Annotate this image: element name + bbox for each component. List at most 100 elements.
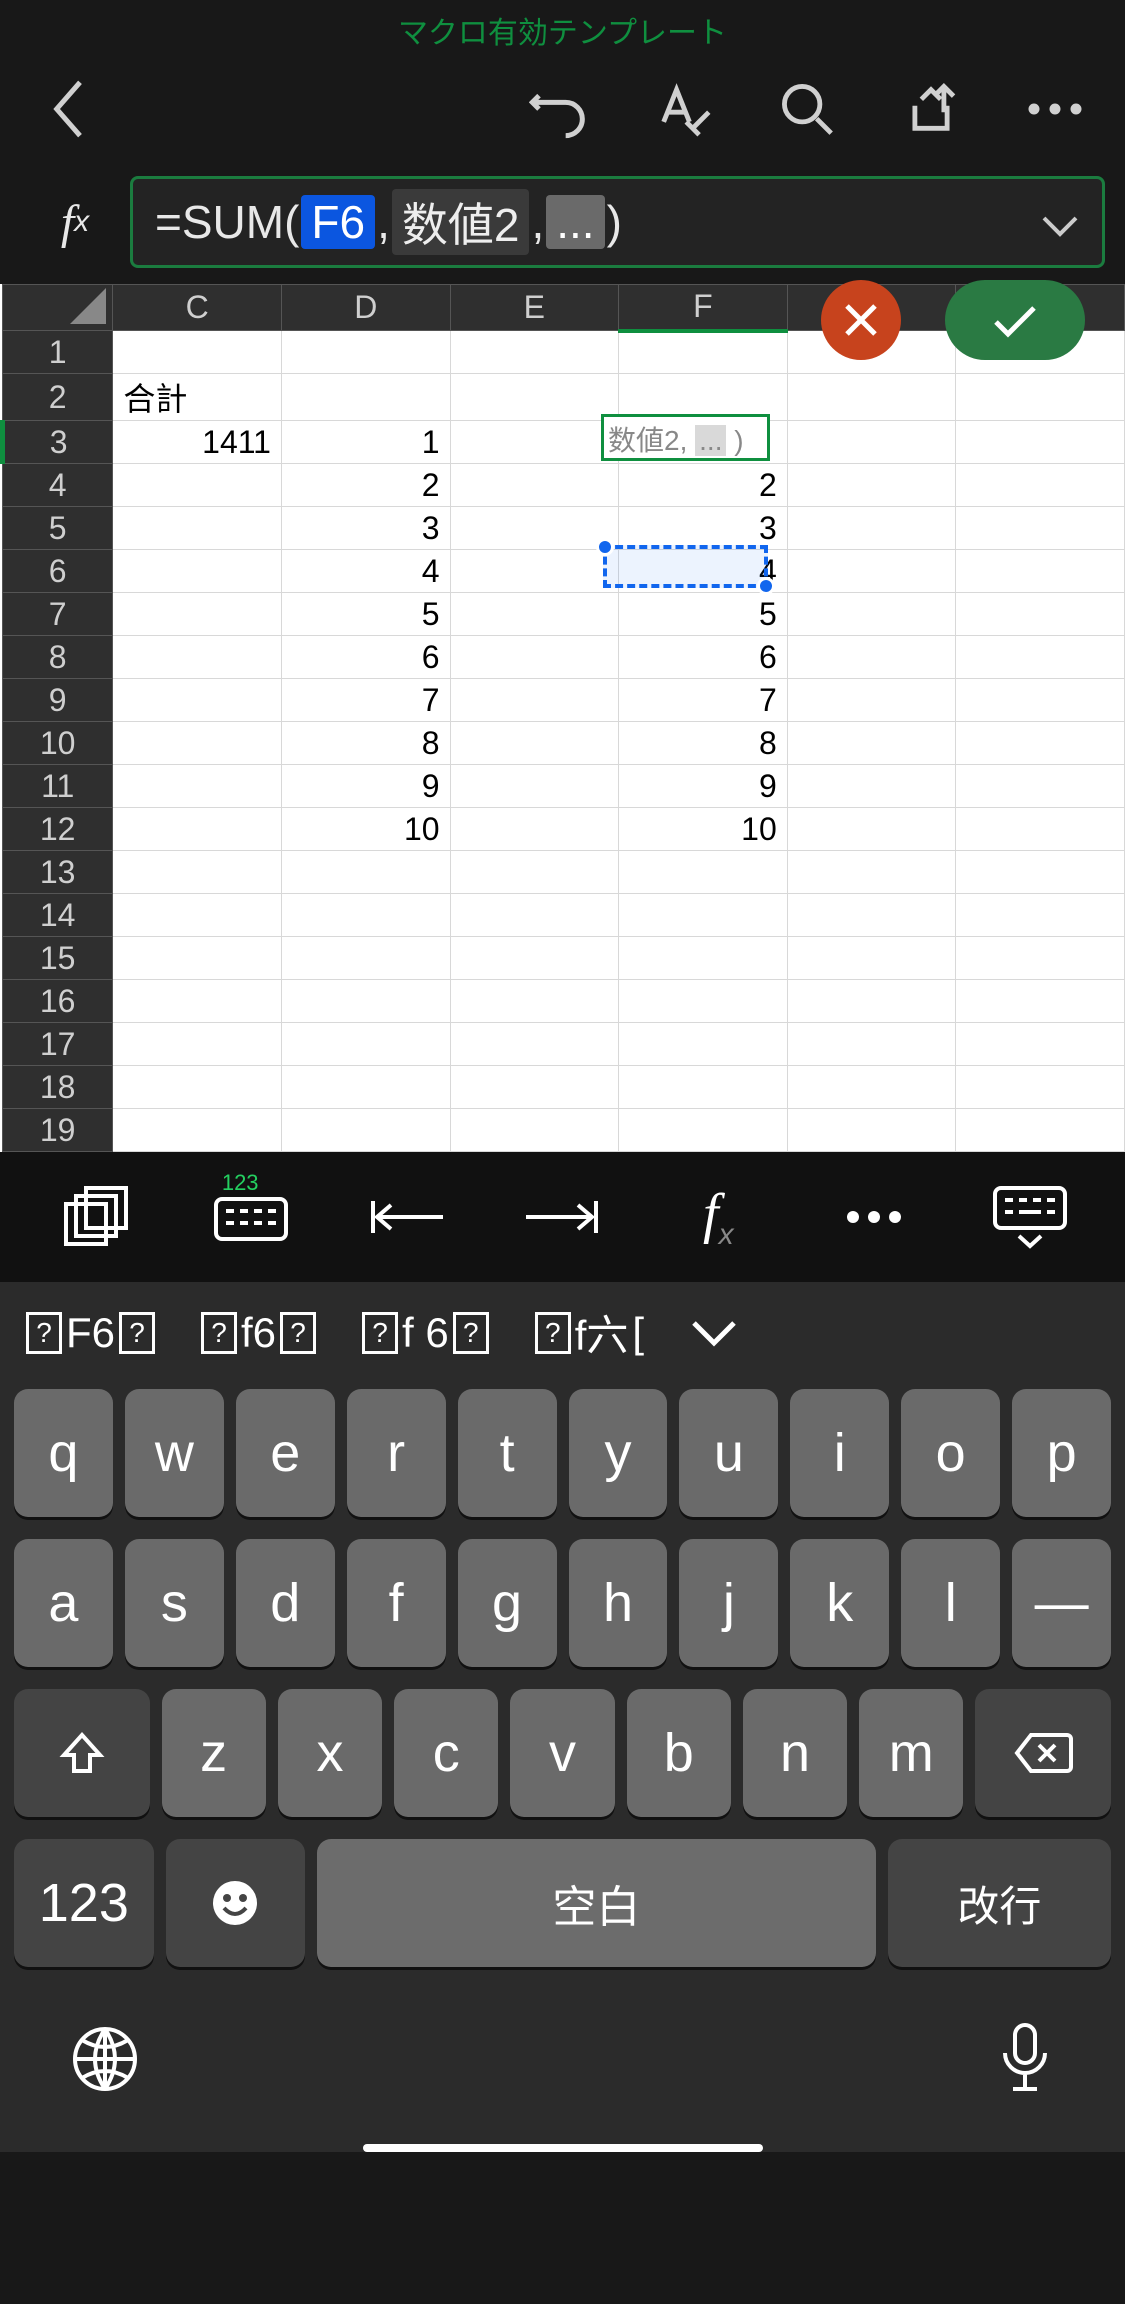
key-t[interactable]: t [458, 1389, 557, 1517]
cell-F8[interactable]: 6 [619, 636, 788, 679]
row-header-12[interactable]: 12 [3, 808, 113, 851]
cell-G13[interactable] [787, 851, 956, 894]
cell-H6[interactable] [956, 550, 1125, 593]
cell-E6[interactable] [450, 550, 619, 593]
cell-G2[interactable] [787, 374, 956, 421]
row-header-17[interactable]: 17 [3, 1023, 113, 1066]
cell-F10[interactable]: 8 [619, 722, 788, 765]
cell-G17[interactable] [787, 1023, 956, 1066]
back-button[interactable] [30, 69, 110, 149]
fx-icon[interactable]: fx [20, 177, 130, 267]
key-l[interactable]: l [901, 1539, 1000, 1667]
cell-F4[interactable]: 2 [619, 464, 788, 507]
cell-F5[interactable]: 3 [619, 507, 788, 550]
suggestion-1[interactable]: ?F6? [26, 1309, 155, 1357]
cell-D13[interactable] [281, 851, 450, 894]
key-y[interactable]: y [569, 1389, 668, 1517]
cell-C12[interactable] [113, 808, 282, 851]
numbers-key[interactable]: 123 [14, 1839, 154, 1967]
function-button[interactable]: fx [673, 1172, 763, 1262]
row-header-11[interactable]: 11 [3, 765, 113, 808]
cell-E5[interactable] [450, 507, 619, 550]
key-i[interactable]: i [790, 1389, 889, 1517]
tab-left-button[interactable] [362, 1172, 452, 1262]
cell-H5[interactable] [956, 507, 1125, 550]
cell-D11[interactable]: 9 [281, 765, 450, 808]
key-g[interactable]: g [458, 1539, 557, 1667]
cell-F19[interactable] [619, 1109, 788, 1152]
key-—[interactable]: — [1012, 1539, 1111, 1667]
cell-D14[interactable] [281, 894, 450, 937]
cell-H10[interactable] [956, 722, 1125, 765]
cell-H4[interactable] [956, 464, 1125, 507]
row-header-15[interactable]: 15 [3, 937, 113, 980]
row-header-14[interactable]: 14 [3, 894, 113, 937]
col-header-F[interactable]: F [619, 285, 788, 331]
cell-E8[interactable] [450, 636, 619, 679]
cell-C18[interactable] [113, 1066, 282, 1109]
cell-C15[interactable] [113, 937, 282, 980]
more-menu-button[interactable] [1015, 69, 1095, 149]
cell-F1[interactable] [619, 331, 788, 374]
cell-H16[interactable] [956, 980, 1125, 1023]
key-b[interactable]: b [627, 1689, 731, 1817]
row-header-1[interactable]: 1 [3, 331, 113, 374]
row-header-18[interactable]: 18 [3, 1066, 113, 1109]
cell-C17[interactable] [113, 1023, 282, 1066]
range-handle-br[interactable] [757, 577, 775, 595]
cell-C14[interactable] [113, 894, 282, 937]
cell-H7[interactable] [956, 593, 1125, 636]
row-header-13[interactable]: 13 [3, 851, 113, 894]
backspace-key[interactable] [975, 1689, 1111, 1817]
key-v[interactable]: v [510, 1689, 614, 1817]
cell-E11[interactable] [450, 765, 619, 808]
cell-D19[interactable] [281, 1109, 450, 1152]
cell-G3[interactable] [787, 421, 956, 464]
shift-key[interactable] [14, 1689, 150, 1817]
cell-C6[interactable] [113, 550, 282, 593]
cell-C13[interactable] [113, 851, 282, 894]
suggestion-4[interactable]: ?f六[ [535, 1302, 644, 1363]
cell-H3[interactable] [956, 421, 1125, 464]
cell-G12[interactable] [787, 808, 956, 851]
row-header-5[interactable]: 5 [3, 507, 113, 550]
key-w[interactable]: w [125, 1389, 224, 1517]
more-ribbon-button[interactable] [829, 1172, 919, 1262]
key-p[interactable]: p [1012, 1389, 1111, 1517]
row-header-7[interactable]: 7 [3, 593, 113, 636]
cell-C10[interactable] [113, 722, 282, 765]
cell-D8[interactable]: 6 [281, 636, 450, 679]
cell-H17[interactable] [956, 1023, 1125, 1066]
key-h[interactable]: h [569, 1539, 668, 1667]
row-header-2[interactable]: 2 [3, 374, 113, 421]
cell-D10[interactable]: 8 [281, 722, 450, 765]
cell-G14[interactable] [787, 894, 956, 937]
cell-D7[interactable]: 5 [281, 593, 450, 636]
cell-C9[interactable] [113, 679, 282, 722]
cell-D6[interactable]: 4 [281, 550, 450, 593]
cell-H8[interactable] [956, 636, 1125, 679]
cell-E2[interactable] [450, 374, 619, 421]
cell-H11[interactable] [956, 765, 1125, 808]
home-indicator[interactable] [363, 2144, 763, 2152]
cell-D2[interactable] [281, 374, 450, 421]
numpad-keyboard-button[interactable]: 123 [206, 1172, 296, 1262]
cell-F15[interactable] [619, 937, 788, 980]
cell-G16[interactable] [787, 980, 956, 1023]
cell-D16[interactable] [281, 980, 450, 1023]
col-header-C[interactable]: C [113, 285, 282, 331]
sheets-button[interactable] [50, 1172, 140, 1262]
cell-E1[interactable] [450, 331, 619, 374]
key-d[interactable]: d [236, 1539, 335, 1667]
cell-C8[interactable] [113, 636, 282, 679]
key-r[interactable]: r [347, 1389, 446, 1517]
cell-H9[interactable] [956, 679, 1125, 722]
key-o[interactable]: o [901, 1389, 1000, 1517]
undo-button[interactable] [519, 69, 599, 149]
row-header-16[interactable]: 16 [3, 980, 113, 1023]
cell-D5[interactable]: 3 [281, 507, 450, 550]
cancel-button[interactable] [821, 280, 901, 360]
suggestion-2[interactable]: ?f6? [201, 1309, 316, 1357]
cell-E15[interactable] [450, 937, 619, 980]
cell-C7[interactable] [113, 593, 282, 636]
